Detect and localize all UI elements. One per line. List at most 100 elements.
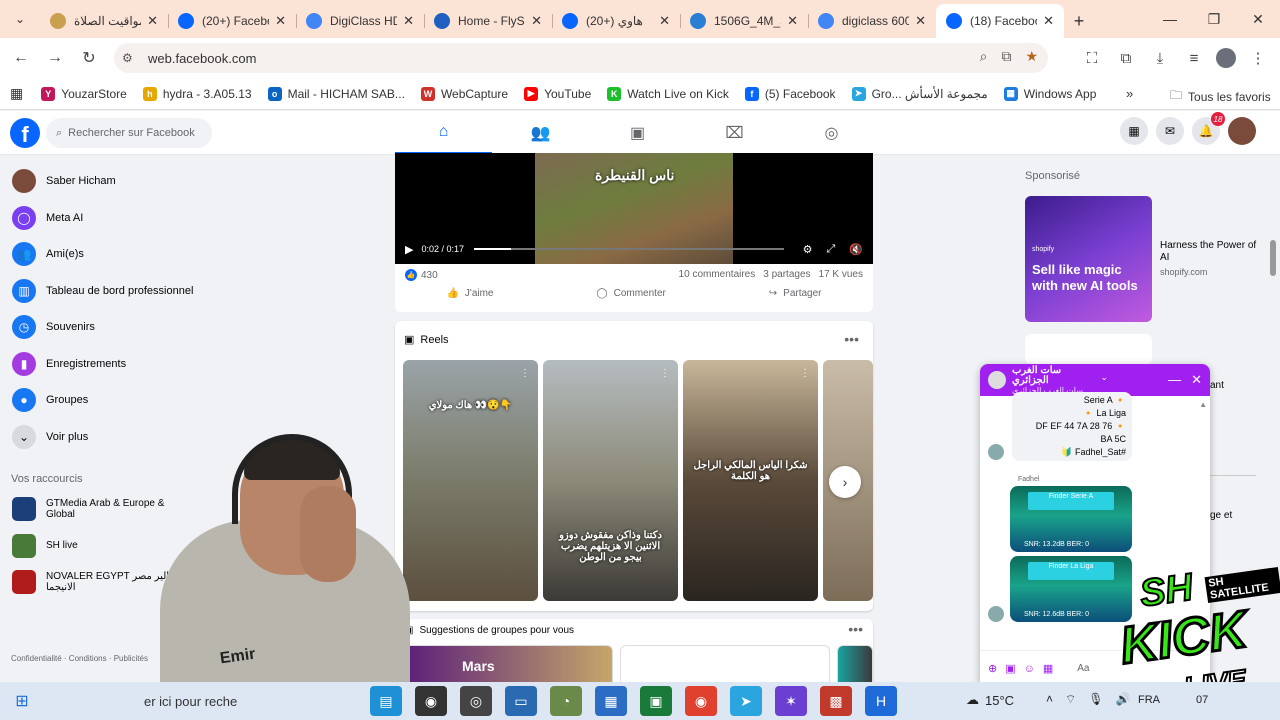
app-icon-3[interactable]: ◎ xyxy=(460,686,492,716)
like-button[interactable]: 👍 J'aime xyxy=(446,288,493,299)
tab-close-icon[interactable]: ✕ xyxy=(659,13,670,29)
bookmark-item[interactable]: ▦ Windows App xyxy=(1003,86,1096,101)
marketplace-icon[interactable]: ⌧ xyxy=(686,111,783,155)
chat-scroll-up-icon[interactable]: ▲ xyxy=(1199,400,1207,409)
watch-icon[interactable]: ▣ xyxy=(589,111,686,155)
star-icon[interactable]: ★ xyxy=(1025,48,1038,65)
chat-dropdown-icon[interactable]: ⌄ xyxy=(1101,372,1109,388)
chrome-icon[interactable]: ◉ xyxy=(685,686,717,716)
footer-links[interactable]: Confidentialité · Conditions · Publicité… xyxy=(11,654,148,664)
app-icon-1[interactable]: ▤ xyxy=(370,686,402,716)
tab-close-icon[interactable]: ✕ xyxy=(915,13,926,29)
minimize-icon[interactable]: — xyxy=(1148,0,1192,38)
weather-widget[interactable]: ☁ 15°C xyxy=(966,692,1014,708)
reload-icon[interactable]: ↻ xyxy=(72,41,106,75)
groups-more-icon[interactable]: ••• xyxy=(848,621,863,637)
bookmark-item[interactable]: h hydra - 3.A05.13 xyxy=(142,86,252,101)
ad-image[interactable]: shopify Sell like magic with new AI tool… xyxy=(1025,196,1152,322)
site-info-icon[interactable]: ⚙ xyxy=(122,51,140,65)
like-count[interactable]: 430 xyxy=(421,270,438,281)
new-tab-button[interactable]: + xyxy=(1064,4,1094,38)
notifications-icon[interactable]: 🔔 18 xyxy=(1192,112,1225,145)
back-icon[interactable]: ← xyxy=(4,41,38,75)
app-icon-12[interactable]: H xyxy=(865,686,897,716)
comment-button[interactable]: ◯ Commenter xyxy=(596,288,665,299)
reel-options-icon[interactable]: ⋮ xyxy=(520,368,530,379)
download-icon[interactable]: ⤓ xyxy=(1148,41,1172,75)
app-icon-7[interactable]: ▣ xyxy=(640,686,672,716)
share-button[interactable]: ↪ Partager xyxy=(769,288,822,299)
tray-expand-icon[interactable]: ˄ xyxy=(1046,692,1053,707)
bookmarks-overflow-icon[interactable]: » xyxy=(1126,86,1133,101)
page-scrollbar[interactable] xyxy=(1270,240,1276,276)
screen-capture-icon[interactable]: ⛶ xyxy=(1080,41,1104,75)
close-window-icon[interactable]: ✕ xyxy=(1236,0,1280,38)
sticker-icon[interactable]: ☺ xyxy=(1024,663,1035,675)
ad-title[interactable]: Harness the Power of AI xyxy=(1160,240,1264,264)
bookmark-item[interactable]: f (5) Facebook xyxy=(744,86,836,101)
windows-start-icon[interactable]: ⊞ xyxy=(0,682,44,720)
friends-nav-icon[interactable]: 👥 xyxy=(492,111,589,155)
app-icon-4[interactable]: ▭ xyxy=(505,686,537,716)
sidebar-item[interactable]: Saber Hicham xyxy=(0,163,260,200)
facebook-search-input[interactable]: ⌕ Rechercher sur Facebook xyxy=(46,118,212,148)
browser-tab[interactable]: (20+) Facebook ✕ xyxy=(168,4,296,38)
sidebar-item[interactable]: ▮ Enregistrements xyxy=(0,346,260,383)
bookmark-item[interactable]: o Mail - HICHAM SAB... xyxy=(267,86,405,101)
volume-icon[interactable]: 🔊 xyxy=(1116,692,1131,707)
browser-tab[interactable]: DigiClass HD ✕ xyxy=(296,4,424,38)
tab-close-icon[interactable]: ✕ xyxy=(1043,13,1054,29)
telegram-icon[interactable]: ➤ xyxy=(730,686,762,716)
reel-options-icon[interactable]: ⋮ xyxy=(800,368,810,379)
calculator-icon[interactable]: ▦ xyxy=(595,686,627,716)
app-icon-11[interactable]: ▩ xyxy=(820,686,852,716)
reel-card[interactable]: دكتنا وذاكن مفقوش دوزو الاثنين الا هزيتل… xyxy=(543,360,678,601)
chat-message-input[interactable]: Aa xyxy=(1077,663,1089,674)
menu-grid-icon[interactable]: ▦ xyxy=(1120,117,1148,145)
menu-icon[interactable]: ⋮ xyxy=(1246,41,1270,75)
language-indicator[interactable]: FRA xyxy=(1138,694,1160,706)
bookmark-item[interactable]: Y YouzarStore xyxy=(41,86,127,101)
forward-icon[interactable]: → xyxy=(38,41,72,75)
browser-tab[interactable]: 1506G_4M_S ✕ xyxy=(680,4,808,38)
browser-tab[interactable]: مواقيت الصلاة ✕ xyxy=(40,4,168,38)
url-text[interactable]: web.facebook.com xyxy=(148,51,256,66)
tab-search-dropdown-icon[interactable]: ⌄ xyxy=(0,0,40,38)
play-icon[interactable]: ▶ xyxy=(405,243,413,256)
apps-icon[interactable]: ▦ xyxy=(10,85,23,102)
facebook-logo-icon[interactable]: f xyxy=(10,118,40,148)
sidebar-item[interactable]: ◷ Souvenirs xyxy=(0,309,260,346)
second-ad-card[interactable] xyxy=(1025,334,1152,364)
tab-close-icon[interactable]: ✕ xyxy=(403,13,414,29)
mute-icon[interactable]: 🔇 xyxy=(849,243,863,256)
sidebar-item[interactable]: ◯ Meta AI xyxy=(0,200,260,237)
clock[interactable]: 07 xyxy=(1196,694,1208,706)
tab-close-icon[interactable]: ✕ xyxy=(275,13,286,29)
messenger-icon[interactable]: ✉ xyxy=(1156,117,1184,145)
address-bar[interactable]: ⚙ web.facebook.com ⌕ ⧉ ★ xyxy=(114,43,1048,73)
install-icon[interactable]: ⧉ xyxy=(1001,48,1011,65)
add-icon[interactable]: ⊕ xyxy=(988,662,997,675)
chat-image[interactable]: Finder Serie A SNR: 13.2dB BER: 0 xyxy=(1010,486,1132,552)
restore-icon[interactable]: ❐ xyxy=(1192,0,1236,38)
all-bookmarks-button[interactable]: 🗀 Tous les favoris xyxy=(1170,86,1271,107)
taskbar-search[interactable]: er ici pour reche xyxy=(44,682,384,720)
more-options-icon[interactable]: ••• xyxy=(844,331,859,347)
browser-tab[interactable]: digiclass 600 ✕ xyxy=(808,4,936,38)
gaming-icon[interactable]: ◎ xyxy=(783,111,880,155)
sidebar-item[interactable]: 👥 Ami(e)s xyxy=(0,236,260,273)
browser-tab[interactable]: Home - FlySat ✕ xyxy=(424,4,552,38)
bookmark-item[interactable]: ▶ YouTube xyxy=(524,86,591,101)
chat-minimize-icon[interactable]: — xyxy=(1168,372,1181,388)
home-icon[interactable]: ⌂ xyxy=(395,111,492,155)
zoom-icon[interactable]: ⌕ xyxy=(980,48,988,65)
video-progress-bar[interactable] xyxy=(474,248,785,250)
app-icon-10[interactable]: ✶ xyxy=(775,686,807,716)
shares-count[interactable]: 3 partages xyxy=(763,269,810,280)
post-video[interactable]: ناس القنيطرة ▶ 0:02 / 0:17 ⚙ ⤢ 🔇 xyxy=(395,153,873,264)
sidebar-item[interactable]: ▥ Tableau de bord professionnel xyxy=(0,273,260,310)
chat-close-icon[interactable]: ✕ xyxy=(1191,372,1202,388)
network-icon[interactable]: ⌔ xyxy=(1065,692,1076,707)
tab-close-icon[interactable]: ✕ xyxy=(787,13,798,29)
reel-options-icon[interactable]: ⋮ xyxy=(660,368,670,379)
